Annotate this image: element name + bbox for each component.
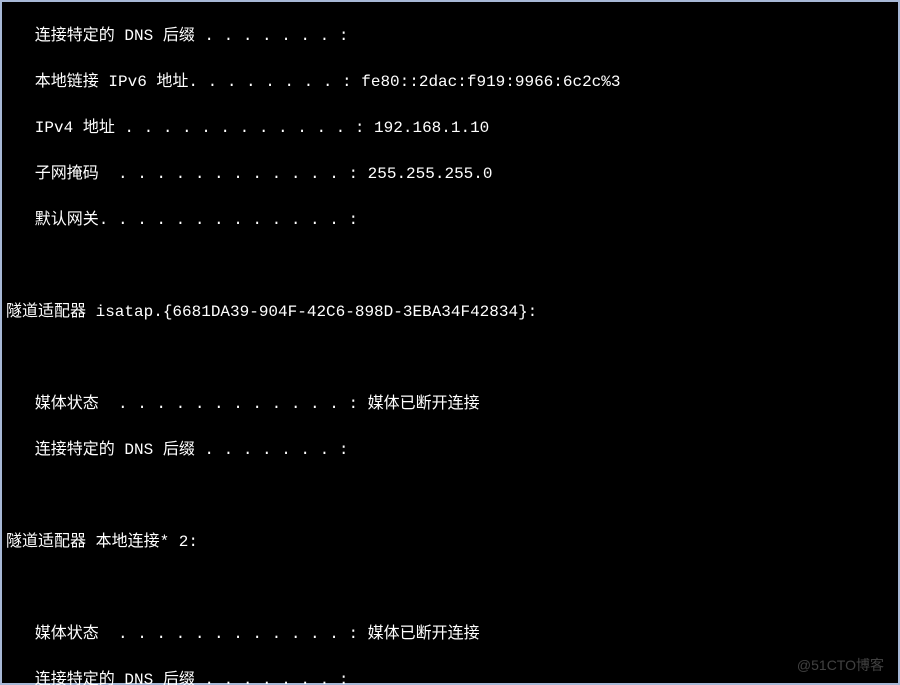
tunnel2-media: 媒体状态 . . . . . . . . . . . . : 媒体已断开连接 <box>6 623 894 646</box>
ipconfig-gateway: 默认网关. . . . . . . . . . . . . : <box>6 209 894 232</box>
tunnel1-dns: 连接特定的 DNS 后缀 . . . . . . . : <box>6 439 894 462</box>
tunnel2-header: 隧道适配器 本地连接* 2: <box>6 531 894 554</box>
ipconfig-ipv4: IPv4 地址 . . . . . . . . . . . . : 192.16… <box>6 117 894 140</box>
ipconfig-dns-suffix: 连接特定的 DNS 后缀 . . . . . . . : <box>6 25 894 48</box>
blank-line <box>6 577 894 600</box>
tunnel1-header: 隧道适配器 isatap.{6681DA39-904F-42C6-898D-3E… <box>6 301 894 324</box>
blank-line <box>6 347 894 370</box>
blank-line <box>6 255 894 278</box>
tunnel2-dns: 连接特定的 DNS 后缀 . . . . . . . : <box>6 669 894 685</box>
ipconfig-ipv6: 本地链接 IPv6 地址. . . . . . . . : fe80::2dac… <box>6 71 894 94</box>
terminal-output[interactable]: 连接特定的 DNS 后缀 . . . . . . . : 本地链接 IPv6 地… <box>2 2 898 683</box>
tunnel1-media: 媒体状态 . . . . . . . . . . . . : 媒体已断开连接 <box>6 393 894 416</box>
blank-line <box>6 485 894 508</box>
window-frame: 连接特定的 DNS 后缀 . . . . . . . : 本地链接 IPv6 地… <box>0 0 900 685</box>
ipconfig-subnet: 子网掩码 . . . . . . . . . . . . : 255.255.2… <box>6 163 894 186</box>
